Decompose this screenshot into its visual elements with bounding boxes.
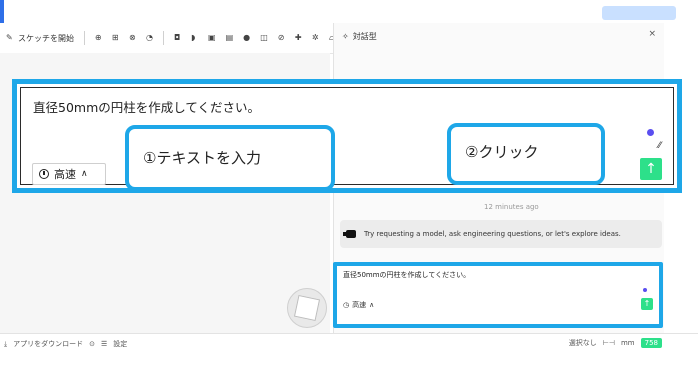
status-bar: ⤓ アプリをダウンロード ⊙ ☰ 設定 選択なし ⊢⊣ mm 758	[0, 333, 698, 354]
settings-icon[interactable]: ☰	[101, 340, 107, 348]
pencil-icon: ✎	[6, 33, 13, 42]
bot-icon	[343, 230, 356, 238]
status-right: 選択なし ⊢⊣ mm 758	[569, 338, 662, 348]
tool-icon-13[interactable]: ✲	[312, 34, 319, 42]
sparkle-icon: ✧	[342, 32, 349, 41]
mini-speed-button[interactable]: ◷ 高速 ∧	[343, 300, 374, 310]
mini-speed-label: 高速	[352, 301, 367, 309]
tool-icon-7[interactable]: ▣	[208, 34, 216, 42]
send-button[interactable]: ↑	[640, 158, 662, 180]
top-right-accent[interactable]	[602, 6, 676, 20]
settings-link[interactable]: 設定	[113, 339, 127, 349]
timer-icon	[39, 169, 49, 179]
tool-icon-8[interactable]: ▤	[226, 34, 234, 42]
status-chip[interactable]: 758	[640, 338, 662, 348]
view-cube[interactable]	[287, 288, 327, 328]
tool-icon-9[interactable]: ●	[243, 34, 250, 42]
app-root: ✎ スケッチを開始 ⊕ ⊞ ⊗ ◔ ◘ ◗ ▣ ▤ ● ◫ ⊘ ✚ ✲ ▱ ✧ …	[0, 0, 698, 365]
callout-step-1-text: ①テキストを入力	[143, 149, 261, 167]
mini-chevron-up-icon: ∧	[369, 301, 375, 309]
callout-step-1: ①テキストを入力	[125, 125, 335, 191]
toolbar: ✎ スケッチを開始 ⊕ ⊞ ⊗ ◔ ◘ ◗ ▣ ▤ ● ◫ ⊘ ✚ ✲ ▱	[0, 23, 336, 54]
toolbar-divider	[163, 31, 164, 45]
prompt-input[interactable]: 直径50mmの円柱を作成してください。	[33, 97, 260, 116]
panel-header: ✧ 対話型	[342, 31, 377, 42]
suggestion-text: Try requesting a model, ask engineering …	[364, 230, 621, 238]
selection-status: 選択なし	[568, 339, 597, 347]
status-dot	[647, 129, 654, 136]
ruler-icon: ⊢⊣	[602, 339, 615, 347]
close-icon[interactable]: ×	[648, 29, 656, 39]
panel-title: 対話型	[352, 32, 377, 41]
tool-icon-12[interactable]: ✚	[295, 34, 302, 42]
tool-icon-3[interactable]: ⊗	[129, 34, 136, 42]
tool-icon-5[interactable]: ◘	[174, 34, 181, 42]
help-icon[interactable]: ⊙	[89, 340, 95, 348]
tool-icon-6[interactable]: ◗	[191, 34, 198, 42]
mini-send-button[interactable]: ↑	[641, 298, 653, 310]
callout-step-2: ②クリック	[447, 123, 605, 185]
download-app-link[interactable]: アプリをダウンロード	[13, 339, 83, 349]
tool-icon-10[interactable]: ◫	[260, 34, 268, 42]
callout-step-2-text: ②クリック	[465, 143, 539, 161]
tool-icon-11[interactable]: ⊘	[278, 34, 285, 42]
mini-composer: 直径50mmの円柱を作成してください。 ◷ 高速 ∧ ↑	[333, 262, 663, 328]
start-sketch-button[interactable]: ✎ スケッチを開始	[6, 33, 74, 44]
toolbar-divider	[84, 31, 85, 45]
speed-mode-label: 高速	[54, 168, 76, 181]
mini-timer-icon: ◷	[343, 301, 350, 309]
mini-composer-text[interactable]: 直径50mmの円柱を作成してください。	[343, 270, 470, 280]
chevron-up-icon: ∧	[81, 169, 88, 179]
download-icon: ⤓	[4, 339, 8, 348]
arrow-up-icon: ↑	[645, 161, 657, 177]
unit-label[interactable]: mm	[621, 339, 635, 347]
resize-handle-icon[interactable]: ⁄⁄	[658, 141, 661, 151]
tool-icon-1[interactable]: ⊕	[95, 34, 102, 42]
tool-icon-2[interactable]: ⊞	[112, 34, 119, 42]
suggestion-card: Try requesting a model, ask engineering …	[340, 220, 662, 248]
speed-mode-button[interactable]: 高速 ∧	[32, 163, 106, 185]
mini-status-dot	[643, 288, 647, 292]
tool-icon-4[interactable]: ◔	[146, 34, 153, 42]
start-sketch-label: スケッチを開始	[18, 33, 74, 43]
message-timestamp: 12 minutes ago	[484, 203, 539, 211]
view-cube-face	[293, 294, 321, 322]
